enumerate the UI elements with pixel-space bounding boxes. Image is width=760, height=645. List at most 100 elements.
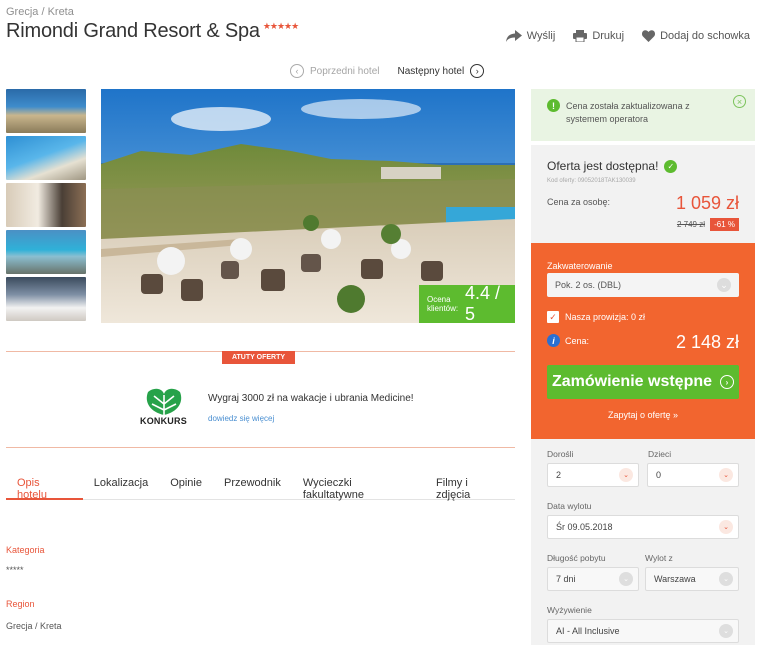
adults-value: 2 <box>556 470 562 480</box>
customer-rating-badge: Ocena klientów: 4.4 / 5 <box>419 283 515 323</box>
offer-highlights-badge: ATUTY OFERTY <box>222 351 296 364</box>
region-value: Grecja / Kreta <box>6 621 62 631</box>
tab-videos-photos[interactable]: Filmy i zdjęcia <box>425 470 515 501</box>
availability: Oferta jest dostępna! ✓ <box>547 159 678 173</box>
chevron-down-icon: ⌄ <box>719 624 733 638</box>
print-button[interactable]: Drukuj <box>573 30 624 42</box>
learn-more-link[interactable]: dowiedz się więcej <box>208 414 274 423</box>
info-icon[interactable]: i <box>547 334 560 347</box>
save-label: Dodaj do schowka <box>660 30 750 42</box>
exclamation-icon: ! <box>547 99 560 112</box>
arrow-right-icon: › <box>720 375 735 389</box>
thumbnail-image[interactable] <box>6 230 86 274</box>
printer-icon <box>573 30 588 42</box>
chevron-down-icon: ⌄ <box>719 520 733 534</box>
checkbox-checked-icon[interactable]: ✓ <box>547 311 559 323</box>
contest-logo: KONKURS <box>140 386 188 426</box>
total-price: 2 148 zł <box>675 332 739 352</box>
thumbnail-image[interactable] <box>6 89 86 133</box>
board-value: AI - All Inclusive <box>556 626 620 636</box>
check-icon: ✓ <box>664 159 678 173</box>
thumbnail-image[interactable] <box>6 136 86 180</box>
send-button[interactable]: Wyślij <box>505 30 556 42</box>
region-label: Region <box>6 599 35 609</box>
add-to-clipboard-button[interactable]: Dodaj do schowka <box>642 30 750 42</box>
preorder-button[interactable]: Zamówienie wstępne › <box>547 365 739 399</box>
offer-code: Kod oferty: 09052018TAK130039 <box>547 178 636 184</box>
notice-message: Cena została zaktualizowana z systemem o… <box>566 101 690 124</box>
tab-reviews[interactable]: Opinie <box>159 470 213 499</box>
close-icon[interactable]: × <box>733 95 746 108</box>
booking-sidebar: ! Cena została zaktualizowana z systemem… <box>531 89 755 645</box>
hotel-tabs: Opis hotelu Lokalizacja Opinie Przewodni… <box>6 470 515 501</box>
adults-select[interactable]: 2 ⌄ <box>547 463 639 487</box>
share-arrow-icon <box>505 30 522 42</box>
chevron-down-icon: ⌄ <box>619 572 633 586</box>
price-row: i Cena: <box>547 334 589 347</box>
tab-hotel-description[interactable]: Opis hotelu <box>6 470 83 501</box>
tab-guide[interactable]: Przewodnik <box>213 470 292 499</box>
tab-location[interactable]: Lokalizacja <box>83 470 159 499</box>
toolbar: Wyślij Drukuj Dodaj do schowka <box>505 30 750 42</box>
rating-label: Ocena klientów: <box>427 295 459 313</box>
chevron-down-icon: ⌄ <box>619 468 633 482</box>
accommodation-value: Pok. 2 os. (DBL) <box>555 280 622 290</box>
departure-from-select[interactable]: Warszawa ⌄ <box>645 567 739 591</box>
children-label: Dzieci <box>648 449 672 459</box>
promo-text: Wygraj 3000 zł na wakacje i ubrania Medi… <box>208 393 414 404</box>
category-value: ***** <box>6 565 24 575</box>
booking-panel: Zakwaterowanie Pok. 2 os. (DBL) ⌄ ✓ Nasz… <box>531 243 755 439</box>
price-label: Cena: <box>565 335 590 346</box>
thumbnail-image[interactable] <box>6 183 86 227</box>
price-per-person: 1 059 zł <box>675 193 739 213</box>
old-price: 2 749 zł <box>676 220 705 229</box>
send-label: Wyślij <box>526 30 556 42</box>
commission-row: ✓ Nasza prowizja: 0 zł <box>547 311 645 323</box>
departure-date-label: Data wylotu <box>547 501 592 511</box>
next-hotel-label: Następny hotel <box>397 65 465 77</box>
monstera-leaf-icon <box>146 388 182 415</box>
departure-from-label: Wylot z <box>645 553 673 563</box>
rating-value: 4.4 / 5 <box>465 283 501 323</box>
duration-label: Długość pobytu <box>547 553 606 563</box>
tab-excursions[interactable]: Wycieczki fakultatywne <box>292 470 425 501</box>
children-select[interactable]: 0 ⌄ <box>647 463 739 487</box>
previous-hotel-link[interactable]: ‹ Poprzedni hotel <box>290 64 380 78</box>
board-label: Wyżywienie <box>547 605 592 615</box>
children-value: 0 <box>656 470 662 480</box>
duration-value: 7 dni <box>556 574 576 584</box>
trip-filters: Dorośli Dzieci 2 ⌄ 0 ⌄ Data wylotu Śr 09… <box>531 439 755 645</box>
departure-from-value: Warszawa <box>654 574 696 584</box>
ask-about-offer-link[interactable]: Zapytaj o ofertę » <box>531 410 755 420</box>
photo-thumbnails <box>6 89 86 324</box>
price-updated-notice: ! Cena została zaktualizowana z systemem… <box>531 89 755 141</box>
contest-logo-text: KONKURS <box>140 416 187 426</box>
hotel-title-row: Rimondi Grand Resort & Spa ★★★★★ <box>6 20 299 43</box>
departure-date-value: Śr 09.05.2018 <box>556 522 613 532</box>
duration-select[interactable]: 7 dni ⌄ <box>547 567 639 591</box>
discount-badge: -61 % <box>710 218 739 231</box>
adults-label: Dorośli <box>547 449 574 459</box>
hotel-navigation: ‹ Poprzedni hotel Następny hotel › <box>290 64 485 78</box>
price-per-person-label: Cena za osobę: <box>547 197 611 207</box>
page-title: Rimondi Grand Resort & Spa <box>6 20 260 42</box>
breadcrumb[interactable]: Grecja / Kreta <box>6 6 74 18</box>
preorder-label: Zamówienie wstępne <box>551 373 713 390</box>
commission-text: Nasza prowizja: 0 zł <box>565 312 646 322</box>
departure-date-select[interactable]: Śr 09.05.2018 ⌄ <box>547 515 739 539</box>
board-select[interactable]: AI - All Inclusive ⌄ <box>547 619 739 643</box>
chevron-left-icon: ‹ <box>290 64 304 78</box>
heart-icon <box>642 30 656 42</box>
availability-text: Oferta jest dostępna! <box>547 159 659 173</box>
accommodation-label: Zakwaterowanie <box>547 261 613 271</box>
next-hotel-link[interactable]: Następny hotel › <box>398 64 485 78</box>
chevron-down-icon: ⌄ <box>717 278 731 292</box>
chevron-down-icon: ⌄ <box>719 468 733 482</box>
category-label: Kategoria <box>6 545 45 555</box>
main-hotel-photo[interactable]: Ocena klientów: 4.4 / 5 <box>101 89 515 323</box>
accommodation-select[interactable]: Pok. 2 os. (DBL) ⌄ <box>547 273 739 297</box>
chevron-right-icon: › <box>470 64 485 78</box>
star-rating: ★★★★★ <box>262 21 299 31</box>
thumbnail-image[interactable] <box>6 277 86 321</box>
chevron-down-icon: ⌄ <box>719 572 733 586</box>
